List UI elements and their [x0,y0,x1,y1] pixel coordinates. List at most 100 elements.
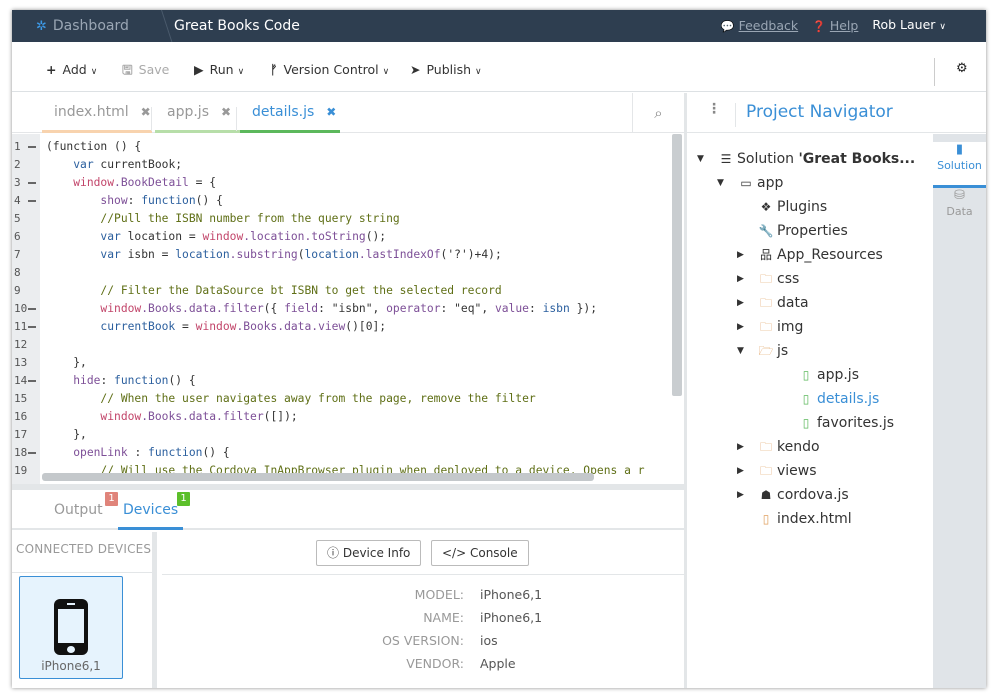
tree-item-solution[interactable]: ▼ ☰ Solution 'Great Books... [697,147,916,171]
close-icon[interactable]: ✖ [326,105,336,119]
tree-item-label: js [777,343,789,359]
dashboard-link[interactable]: ✲ Dashboard [36,10,129,42]
code-token: .Books.data.filter [141,410,264,423]
fold-toggle-icon[interactable] [28,326,36,328]
fold-toggle-icon[interactable] [28,182,36,184]
breadcrumb-separator [148,10,173,42]
side-tab-data[interactable]: ⛁ Data [933,188,986,218]
tree-item-index-html[interactable]: ▯ index.html [757,507,852,531]
add-button[interactable]: + Add ∨ [46,42,97,92]
caret-right-icon[interactable]: ▶ [737,267,747,291]
tab-index-html[interactable]: index.html ✖ [42,93,152,133]
fold-toggle-icon[interactable] [28,380,36,382]
tab-details-js[interactable]: details.js ✖ [240,93,340,133]
tree-item-details-js[interactable]: ▯ details.js [797,387,880,411]
tree-item-app[interactable]: ▼ ▭ app [717,171,784,195]
device-details: ⓘ Device Info </> Console MODEL: iPhone6,… [162,532,684,688]
code-token: currentBook [100,320,176,333]
tree-item-properties[interactable]: 🔧 Properties [757,219,848,243]
tree-item-views[interactable]: ▶ 🗀 views [737,459,817,483]
caret-right-icon[interactable]: ▶ [737,243,747,267]
code-token: var [100,248,121,261]
code-token: : [127,446,149,459]
caret-right-icon[interactable]: ▶ [737,459,747,483]
plus-icon: + [46,62,57,77]
version-control-button[interactable]: ᚠ Version Control ∨ [270,42,389,92]
close-icon[interactable]: ✖ [141,105,151,119]
kebab-menu-icon[interactable]: ⋮ [707,101,721,117]
tree-item-bold-label: 'Great Books... [798,151,916,167]
tree-item-plugins[interactable]: ❖ Plugins [757,195,828,219]
side-tab-solution[interactable]: ▮ Solution [933,142,986,188]
help-label[interactable]: Help [830,18,859,33]
tab-output[interactable]: Output [54,490,103,530]
user-menu[interactable]: Rob Lauer ∨ [872,10,946,43]
code-token: () { [195,194,223,207]
fold-toggle-icon[interactable] [28,146,36,148]
code-line: }, [46,426,87,444]
feedback-label[interactable]: Feedback [739,18,799,33]
tree-item-cordova-js[interactable]: ▶ ☗ cordova.js [737,483,849,507]
tree-item-label: img [777,319,804,335]
line-number: 10 [12,300,40,318]
tab-app-js[interactable]: app.js ✖ [155,93,240,133]
caret-down-icon[interactable]: ▼ [737,339,747,363]
tree-item-favorites-js[interactable]: ▯ favorites.js [797,411,894,435]
send-icon: ➤ [410,62,421,77]
branch-icon: ᚠ [270,62,278,77]
js-file-icon: ▯ [802,416,810,430]
code-token: () { [168,374,196,387]
horizontal-scrollbar[interactable] [42,473,594,481]
tree-item-data[interactable]: ▶ 🗀 data [737,291,809,315]
caret-right-icon[interactable]: ▶ [737,291,747,315]
device-info-button[interactable]: ⓘ Device Info [316,540,422,566]
fold-toggle-icon[interactable] [28,452,36,454]
caret-right-icon[interactable]: ▶ [737,435,747,459]
tree-item-css[interactable]: ▶ 🗀 css [737,267,799,291]
console-button[interactable]: </> Console [431,540,529,566]
chevron-down-icon: ∨ [939,22,946,32]
tree-item-label: Plugins [777,199,828,215]
caret-down-icon[interactable]: ▼ [717,171,727,195]
info-icon: ⓘ [327,546,343,560]
code-token: : [127,194,142,207]
js-file-icon: ▯ [802,392,810,406]
folder-icon: 🗀 [759,464,772,478]
search-icon[interactable]: ⌕ [632,93,684,133]
code-token: show [100,194,128,207]
save-button[interactable]: 🖫 Save [122,42,169,92]
line-number: 13 [14,356,28,369]
code-token: // Filter the DataSource bt ISBN to get … [46,284,502,297]
code-token: window [73,176,115,189]
code-token: location [304,248,359,261]
code-token: () { [202,446,230,459]
vertical-scrollbar[interactable] [672,134,682,396]
run-button[interactable]: ▶ Run ∨ [194,42,244,92]
caret-right-icon[interactable]: ▶ [737,483,747,507]
tab-devices[interactable]: Devices [118,490,184,530]
caret-down-icon[interactable]: ▼ [697,147,707,171]
publish-button[interactable]: ➤ Publish ∨ [410,42,482,92]
tree-item-kendo[interactable]: ▶ 🗀 kendo [737,435,820,459]
fold-toggle-icon[interactable] [28,308,36,310]
device-card[interactable]: iPhone6,1 [19,576,123,679]
tree-item-app-js[interactable]: ▯ app.js [797,363,859,387]
tree-item-app_resources[interactable]: ▶ 品 App_Resources [737,243,883,267]
tree-item-js[interactable]: ▼ 🗁 js [737,339,789,363]
code-editor[interactable]: 1 2 3 4 5 6 7 8 9 10 11 12 13 14 15 16 17 18 19 (function … [12,134,684,486]
caret-right-icon[interactable]: ▶ [737,315,747,339]
side-tab-label: Data [946,205,973,218]
feedback-link[interactable]: 💬 Feedback [721,10,798,43]
project-navigator: ⋮ Project Navigator ▼ ☰ Solution 'Great Bo… [687,93,986,688]
close-icon[interactable]: ✖ [221,105,231,119]
tree-item-label: data [777,295,809,311]
tree-item-img[interactable]: ▶ 🗀 img [737,315,804,339]
comments-icon: 💬 [720,19,735,33]
help-link[interactable]: ❓ Help [812,10,858,43]
settings-gear-icon[interactable]: ⚙ [956,61,968,76]
line-number: 1 [12,138,40,156]
fold-toggle-icon[interactable] [28,200,36,202]
tree-item-label: app [757,175,784,191]
